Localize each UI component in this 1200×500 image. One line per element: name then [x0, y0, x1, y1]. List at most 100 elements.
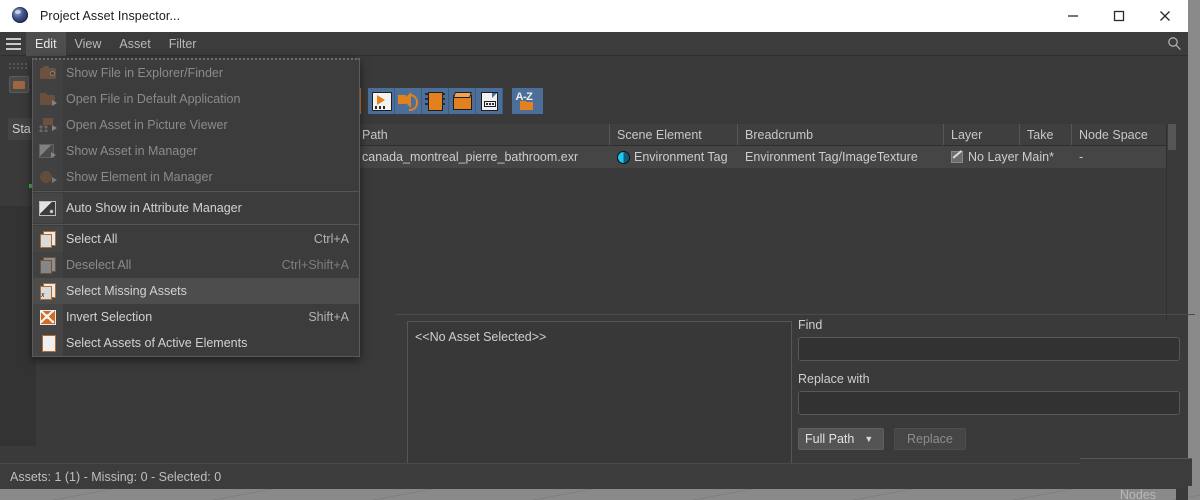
title-bar: Project Asset Inspector...: [0, 0, 1188, 32]
menu-item-select-all[interactable]: Select All Ctrl+A: [33, 226, 359, 252]
menu-view[interactable]: View: [66, 32, 111, 56]
column-header-breadcrumb[interactable]: Breadcrumb: [738, 124, 944, 145]
menu-item-label: Show Element in Manager: [66, 170, 213, 184]
menu-item-show-file-in-explorer[interactable]: Show File in Explorer/Finder: [33, 60, 359, 86]
status-text: Assets: 1 (1) - Missing: 0 - Selected: 0: [10, 469, 222, 484]
menu-item-select-assets-active-elements[interactable]: Select Assets of Active Elements: [33, 330, 359, 356]
folder-arrow-icon: [39, 91, 57, 107]
menu-item-label: Select Missing Assets: [66, 284, 187, 298]
menu-item-invert-selection[interactable]: Invert Selection Shift+A: [33, 304, 359, 330]
menu-item-open-file-default-app[interactable]: Open File in Default Application: [33, 86, 359, 112]
environment-tag-icon: [617, 150, 630, 164]
search-icon[interactable]: [1160, 32, 1188, 56]
sort-az-label: A-Z: [515, 91, 533, 103]
menu-edit[interactable]: Edit: [26, 31, 66, 56]
menu-asset[interactable]: Asset: [110, 32, 159, 56]
menu-separator: [33, 224, 359, 225]
menu-item-show-asset-in-manager[interactable]: Show Asset in Manager: [33, 138, 359, 164]
toolbar-sort-az-button[interactable]: A-Z: [512, 88, 543, 114]
menu-item-shortcut: Shift+A: [308, 310, 349, 324]
replace-mode-value: Full Path: [805, 432, 855, 446]
cell-take: Main*: [1022, 150, 1054, 164]
sort-az-icon: A-Z: [515, 91, 540, 110]
deselect-all-icon: [39, 257, 57, 274]
image-filter-icon: [425, 92, 445, 111]
left-tool-strip: Sta: [0, 56, 68, 489]
cell-path: canada_montreal_pierre_bathroom.exr: [362, 150, 579, 164]
menu-bar: Edit View Asset Filter: [0, 31, 1188, 56]
menu-item-show-element-in-manager[interactable]: Show Element in Manager: [33, 164, 359, 190]
toolbar-sound-filter-button[interactable]: [395, 88, 422, 114]
minimize-icon[interactable]: [1050, 0, 1096, 32]
preview-empty-text: <<No Asset Selected>>: [415, 330, 547, 344]
menu-group-selection: Select All Ctrl+A Deselect All Ctrl+Shif…: [33, 226, 359, 356]
cell-layer-label: No Layer: [968, 150, 1019, 164]
menu-filter[interactable]: Filter: [160, 32, 206, 56]
toolbar-file-filter-button[interactable]: [476, 88, 503, 114]
camera-folder-icon: [39, 65, 57, 81]
attribute-manager-icon: [39, 200, 57, 216]
layer-swatch-icon: [951, 151, 963, 163]
toolbar-image-filter-button[interactable]: [422, 88, 449, 114]
menu-item-label: Invert Selection: [66, 310, 153, 324]
menu-item-label: Select All: [66, 232, 118, 246]
maximize-icon[interactable]: [1096, 0, 1142, 32]
file-filter-icon: [479, 92, 499, 111]
hamburger-icon[interactable]: [0, 32, 26, 56]
menu-item-auto-show-attribute-manager[interactable]: Auto Show in Attribute Manager: [33, 193, 359, 223]
menu-item-shortcut: Ctrl+Shift+A: [281, 258, 349, 272]
find-replace-panel: Find Replace with Full Path ▼ Replace: [798, 318, 1188, 450]
replace-mode-select[interactable]: Full Path ▼: [798, 428, 884, 450]
column-header-take[interactable]: Take: [1020, 124, 1072, 145]
replace-input[interactable]: [798, 391, 1180, 415]
sphere-arrow-icon: [39, 169, 57, 185]
drag-dots-icon[interactable]: [8, 62, 28, 69]
cell-scene-element-label: Environment Tag: [634, 150, 728, 164]
main-window: Edit View Asset Filter Sta A-Z Path Scen…: [0, 31, 1195, 500]
filter-toolbar: A-Z: [355, 86, 1188, 116]
scrollbar-thumb[interactable]: [1168, 124, 1176, 150]
table-vertical-scrollbar[interactable]: [1166, 124, 1176, 320]
background-nodes-label: Nodes: [1119, 488, 1156, 500]
menu-item-label: Deselect All: [66, 258, 132, 272]
toolbar-movie-filter-button[interactable]: [368, 88, 395, 114]
menu-item-deselect-all[interactable]: Deselect All Ctrl+Shift+A: [33, 252, 359, 278]
table-row[interactable]: canada_montreal_pierre_bathroom.exr Envi…: [355, 146, 1188, 168]
background-panel: [1080, 458, 1192, 486]
close-icon[interactable]: [1142, 0, 1188, 32]
cell-node-space: -: [1079, 150, 1084, 164]
column-header-path[interactable]: Path: [355, 124, 610, 145]
edit-dropdown-menu: Show File in Explorer/Finder Open File i…: [32, 58, 360, 357]
content-area: A-Z Path Scene Element Breadcrumb Layer …: [355, 56, 1195, 500]
menu-separator: [33, 191, 359, 192]
status-bar: Assets: 1 (1) - Missing: 0 - Selected: 0: [0, 463, 1188, 489]
menu-item-label: Show File in Explorer/Finder: [66, 66, 224, 80]
menu-item-label: Auto Show in Attribute Manager: [66, 201, 242, 215]
cell-scene-element: Environment Tag: [610, 146, 738, 168]
object-filter-icon: [452, 92, 472, 110]
replace-label: Replace with: [798, 372, 870, 386]
material-arrow-icon: [39, 143, 57, 159]
cell-layer: No Layer: [944, 146, 1020, 168]
toolbar-object-filter-button[interactable]: [449, 88, 476, 114]
select-missing-icon: x: [39, 283, 57, 300]
app-icon: [12, 7, 30, 25]
menu-item-label: Open File in Default Application: [66, 92, 241, 106]
sound-filter-icon: [398, 92, 418, 111]
document-icon: [39, 335, 57, 352]
invert-selection-icon: [39, 309, 57, 325]
cell-breadcrumb: Environment Tag/ImageTexture: [745, 150, 918, 164]
column-header-scene-element[interactable]: Scene Element: [610, 124, 738, 145]
menu-item-select-missing-assets[interactable]: x Select Missing Assets: [33, 278, 359, 304]
column-header-node-space[interactable]: Node Space: [1072, 124, 1176, 145]
menu-item-label: Show Asset in Manager: [66, 144, 198, 158]
strip-camera-icon[interactable]: [9, 76, 29, 93]
replace-button[interactable]: Replace: [894, 428, 966, 450]
find-input[interactable]: [798, 337, 1180, 361]
column-header-layer[interactable]: Layer: [944, 124, 1020, 145]
menu-item-label: Select Assets of Active Elements: [66, 336, 248, 350]
menu-item-open-asset-picture-viewer[interactable]: Open Asset in Picture Viewer: [33, 112, 359, 138]
movie-filter-icon: [371, 92, 392, 111]
left-panel-area: [0, 206, 36, 446]
nodes-arrow-icon: [39, 117, 57, 133]
